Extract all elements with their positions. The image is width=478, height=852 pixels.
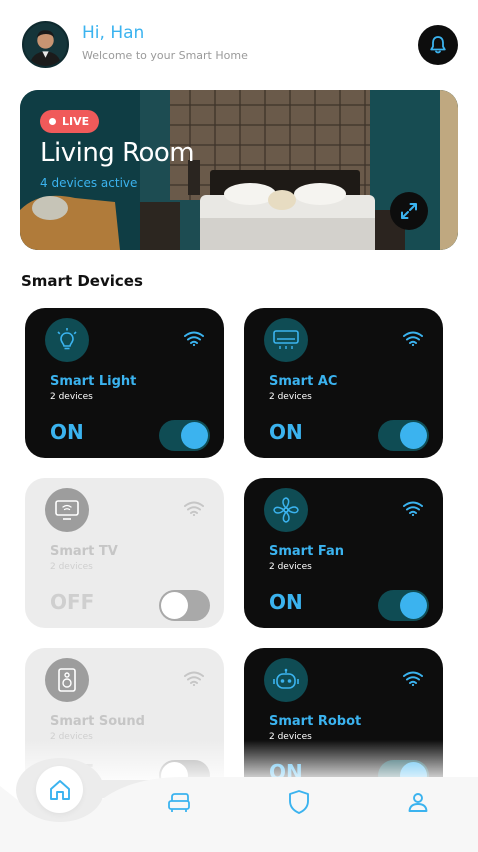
user-avatar-icon (24, 23, 67, 66)
room-camera-card[interactable]: LIVE Living Room 4 devices active (20, 90, 458, 250)
device-card-smart-tv[interactable]: Smart TV 2 devices OFF (25, 478, 224, 628)
air-conditioner-icon (273, 330, 299, 349)
live-badge: LIVE (40, 110, 100, 133)
device-icon-wrap (264, 318, 308, 362)
device-count: 2 devices (50, 562, 93, 572)
device-icon-wrap (264, 488, 308, 532)
bell-icon (430, 36, 446, 54)
greeting: Hi, Han (82, 23, 145, 43)
lightbulb-icon (57, 328, 77, 350)
live-label: LIVE (62, 115, 90, 128)
device-count: 2 devices (269, 562, 312, 572)
device-name: Smart Fan (269, 544, 344, 559)
toggle-knob (161, 592, 188, 619)
device-name: Smart Sound (50, 714, 145, 729)
home-icon (49, 779, 70, 800)
toggle-knob (181, 422, 208, 449)
robot-icon (273, 668, 299, 689)
notifications-button[interactable] (418, 25, 458, 65)
device-state: ON (269, 590, 303, 614)
device-icon-wrap (45, 488, 89, 532)
toggle-knob (400, 422, 427, 449)
wifi-icon (184, 501, 204, 516)
expand-icon (401, 203, 417, 219)
device-name: Smart AC (269, 374, 338, 389)
device-state: OFF (50, 590, 95, 614)
toggle-knob (400, 592, 427, 619)
device-toggle[interactable] (159, 420, 210, 451)
section-title: Smart Devices (21, 272, 143, 290)
nav-rooms-button[interactable] (165, 788, 193, 816)
device-icon-wrap (45, 658, 89, 702)
device-card-smart-ac[interactable]: Smart AC 2 devices ON (244, 308, 443, 458)
nav-home-button[interactable] (36, 766, 83, 813)
room-name: Living Room (40, 138, 195, 168)
device-name: Smart Robot (269, 714, 362, 729)
device-state: ON (50, 420, 84, 444)
device-toggle[interactable] (159, 590, 210, 621)
device-name: Smart TV (50, 544, 118, 559)
shield-icon (289, 790, 309, 814)
expand-button[interactable] (390, 192, 428, 230)
welcome-subtitle: Welcome to your Smart Home (82, 49, 248, 62)
device-name: Smart Light (50, 374, 137, 389)
device-count: 2 devices (50, 392, 93, 402)
room-device-count: 4 devices active (40, 176, 138, 190)
device-icon-wrap (45, 318, 89, 362)
sofa-icon (168, 793, 190, 812)
device-card-smart-light[interactable]: Smart Light 2 devices ON (25, 308, 224, 458)
wifi-icon (184, 331, 204, 346)
nav-profile-button[interactable] (404, 788, 432, 816)
device-card-smart-fan[interactable]: Smart Fan 2 devices ON (244, 478, 443, 628)
header: Hi, Han Welcome to your Smart Home (0, 0, 478, 90)
profile-icon (408, 793, 428, 812)
wifi-icon (403, 331, 423, 346)
tv-icon (55, 500, 79, 520)
device-state: ON (269, 420, 303, 444)
wifi-icon (403, 501, 423, 516)
device-toggle[interactable] (378, 590, 429, 621)
speaker-icon (58, 668, 76, 692)
live-dot-icon (49, 118, 56, 125)
fan-icon (273, 497, 299, 523)
device-toggle[interactable] (378, 420, 429, 451)
wifi-icon (184, 671, 204, 686)
avatar[interactable] (22, 21, 69, 68)
nav-security-button[interactable] (285, 788, 313, 816)
device-icon-wrap (264, 658, 308, 702)
device-count: 2 devices (269, 392, 312, 402)
wifi-icon (403, 671, 423, 686)
